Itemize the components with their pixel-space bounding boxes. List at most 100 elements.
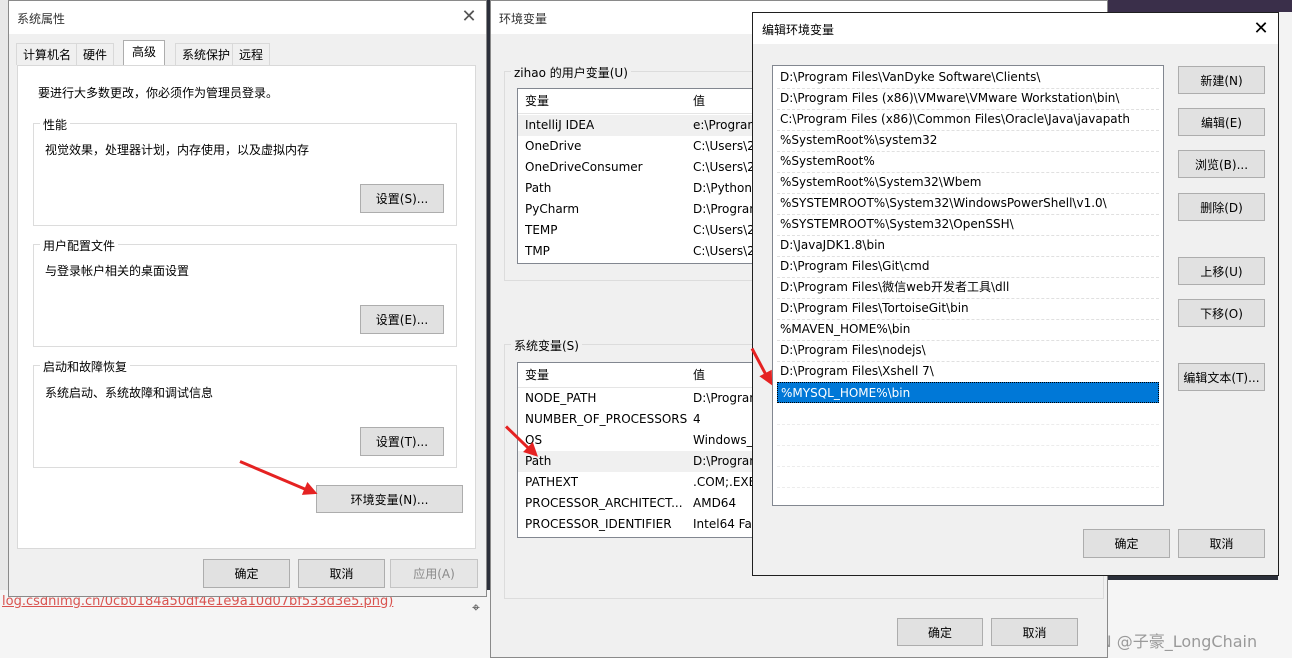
- column-header-variable[interactable]: 变量: [525, 363, 549, 387]
- list-item-selected[interactable]: %MYSQL_HOME%\bin: [777, 382, 1159, 403]
- table-row[interactable]: OS Windows_: [518, 430, 776, 451]
- window-title: 系统属性: [17, 12, 66, 26]
- list-item[interactable]: C:\Program Files (x86)\Common Files\Orac…: [777, 109, 1159, 131]
- tab-computer-name[interactable]: 计算机名: [16, 43, 79, 65]
- performance-settings-button[interactable]: 设置(S)...: [360, 184, 444, 213]
- ok-button[interactable]: 确定: [1083, 529, 1170, 558]
- variable-value: AMD64: [693, 496, 737, 510]
- close-icon[interactable]: ✕: [1246, 15, 1276, 43]
- list-item[interactable]: D:\Program Files\nodejs\: [777, 340, 1159, 362]
- user-profile-settings-button[interactable]: 设置(E)...: [360, 305, 444, 334]
- list-item[interactable]: %SYSTEMROOT%\System32\WindowsPowerShell\…: [777, 193, 1159, 215]
- move-up-button[interactable]: 上移(U): [1178, 257, 1265, 285]
- table-row[interactable]: OneDrive C:\Users\2: [518, 136, 776, 157]
- variable-value: C:\Users\2: [693, 223, 755, 237]
- locate-icon: ⌖: [472, 600, 480, 616]
- edit-button[interactable]: 编辑(E): [1178, 108, 1265, 136]
- user-variables-list[interactable]: 变量 值 IntelliJ IDEA e:\Progran OneDrive C…: [517, 88, 777, 264]
- empty-row[interactable]: [777, 403, 1159, 425]
- column-header-variable[interactable]: 变量: [525, 89, 549, 113]
- empty-row[interactable]: [777, 424, 1159, 446]
- list-header: 变量 值: [518, 89, 776, 114]
- table-row-selected[interactable]: Path D:\Progran: [518, 451, 776, 472]
- variable-name: TEMP: [525, 223, 558, 237]
- table-row[interactable]: NODE_PATH D:\Progran: [518, 388, 776, 409]
- table-row[interactable]: TEMP C:\Users\2: [518, 220, 776, 241]
- delete-button[interactable]: 删除(D): [1178, 193, 1265, 221]
- ok-button[interactable]: 确定: [203, 559, 290, 588]
- variable-name: Path: [525, 181, 552, 195]
- table-row[interactable]: PROCESSOR_ARCHITECT... AMD64: [518, 493, 776, 514]
- move-down-button[interactable]: 下移(O): [1178, 299, 1265, 327]
- table-row[interactable]: Path D:\Python3: [518, 178, 776, 199]
- list-item[interactable]: D:\Program Files\微信web开发者工具\dll: [777, 277, 1159, 299]
- list-item[interactable]: D:\Program Files\Git\cmd: [777, 256, 1159, 278]
- variable-value: D:\Python3: [693, 181, 760, 195]
- variable-value: D:\Progran: [693, 391, 757, 405]
- system-variables-list[interactable]: 变量 值 NODE_PATH D:\Progran NUMBER_OF_PROC…: [517, 362, 777, 538]
- ok-button[interactable]: 确定: [897, 618, 983, 646]
- startup-recovery-settings-button[interactable]: 设置(T)...: [360, 427, 444, 456]
- column-header-value[interactable]: 值: [693, 89, 705, 113]
- path-entries-list[interactable]: D:\Program Files\VanDyke Software\Client…: [772, 65, 1164, 506]
- window-title: 编辑环境变量: [762, 23, 835, 37]
- variable-value: e:\Progran: [693, 118, 756, 132]
- list-item[interactable]: %SystemRoot%: [777, 151, 1159, 173]
- cancel-button[interactable]: 取消: [298, 559, 385, 588]
- list-item[interactable]: %SystemRoot%\system32: [777, 130, 1159, 152]
- edit-text-button[interactable]: 编辑文本(T)...: [1178, 363, 1265, 391]
- variable-name: NUMBER_OF_PROCESSORS: [525, 412, 688, 426]
- table-row[interactable]: PyCharm D:\Progran: [518, 199, 776, 220]
- background-right-strip: [1278, 0, 1292, 658]
- cancel-button[interactable]: 取消: [991, 618, 1078, 646]
- user-variables-label: zihao 的用户变量(U): [511, 64, 631, 81]
- variable-name: PATHEXT: [525, 475, 579, 489]
- tab-advanced[interactable]: 高级: [123, 40, 166, 66]
- table-row[interactable]: PROCESSOR_IDENTIFIER Intel64 Far: [518, 514, 776, 535]
- apply-button[interactable]: 应用(A): [390, 559, 478, 588]
- tab-hardware[interactable]: 硬件: [76, 43, 115, 65]
- list-item[interactable]: D:\Program Files\VanDyke Software\Client…: [777, 67, 1159, 89]
- table-row[interactable]: PATHEXT .COM;.EXE: [518, 472, 776, 493]
- list-item[interactable]: D:\Program Files\TortoiseGit\bin: [777, 298, 1159, 320]
- close-icon[interactable]: ✕: [454, 3, 484, 31]
- variable-value: C:\Users\2: [693, 160, 755, 174]
- startup-recovery-group: 启动和故障恢复 系统启动、系统故障和调试信息 设置(T)...: [33, 358, 457, 468]
- performance-desc: 视觉效果，处理器计划，内存使用，以及虚拟内存: [45, 143, 310, 157]
- system-properties-window: 系统属性 ✕ 计算机名 硬件 高级 系统保护 远程 要进行大多数更改，你必须作为…: [8, 0, 487, 597]
- table-row[interactable]: IntelliJ IDEA e:\Progran: [518, 115, 776, 136]
- startup-recovery-desc: 系统启动、系统故障和调试信息: [45, 386, 214, 400]
- variable-name: NODE_PATH: [525, 391, 597, 405]
- variable-name: OneDrive: [525, 139, 582, 153]
- table-row[interactable]: OneDriveConsumer C:\Users\2: [518, 157, 776, 178]
- variable-name: PROCESSOR_IDENTIFIER: [525, 517, 672, 531]
- table-row[interactable]: NUMBER_OF_PROCESSORS 4: [518, 409, 776, 430]
- variable-value: C:\Users\2: [693, 244, 755, 258]
- cancel-button[interactable]: 取消: [1178, 529, 1265, 558]
- empty-row[interactable]: [777, 445, 1159, 467]
- table-row[interactable]: TMP C:\Users\2: [518, 241, 776, 262]
- tab-system-protection[interactable]: 系统保护: [175, 43, 238, 65]
- variable-value: C:\Users\2: [693, 139, 755, 153]
- list-item[interactable]: D:\JavaJDK1.8\bin: [777, 235, 1159, 257]
- variable-value: D:\Progran: [693, 202, 757, 216]
- environment-variables-button[interactable]: 环境变量(N)...: [316, 485, 463, 513]
- tab-remote[interactable]: 远程: [232, 43, 271, 65]
- variable-name: TMP: [525, 244, 550, 258]
- performance-group: 性能 视觉效果，处理器计划，内存使用，以及虚拟内存 设置(S)...: [33, 116, 457, 226]
- variable-name: IntelliJ IDEA: [525, 118, 595, 132]
- variable-value: Intel64 Far: [693, 517, 757, 531]
- list-item[interactable]: D:\Program Files\Xshell 7\: [777, 361, 1159, 383]
- list-item[interactable]: %SystemRoot%\System32\Wbem: [777, 172, 1159, 194]
- empty-row[interactable]: [777, 466, 1159, 488]
- list-item[interactable]: %SYSTEMROOT%\System32\OpenSSH\: [777, 214, 1159, 236]
- variable-name: OneDriveConsumer: [525, 160, 643, 174]
- column-header-value[interactable]: 值: [693, 363, 705, 387]
- browse-button[interactable]: 浏览(B)...: [1178, 150, 1265, 178]
- list-header: 变量 值: [518, 363, 776, 388]
- tab-panel: 要进行大多数更改，你必须作为管理员登录。 性能 视觉效果，处理器计划，内存使用，…: [17, 65, 476, 549]
- variable-name: PyCharm: [525, 202, 580, 216]
- list-item[interactable]: D:\Program Files (x86)\VMware\VMware Wor…: [777, 88, 1159, 110]
- list-item[interactable]: %MAVEN_HOME%\bin: [777, 319, 1159, 341]
- new-button[interactable]: 新建(N): [1178, 66, 1265, 94]
